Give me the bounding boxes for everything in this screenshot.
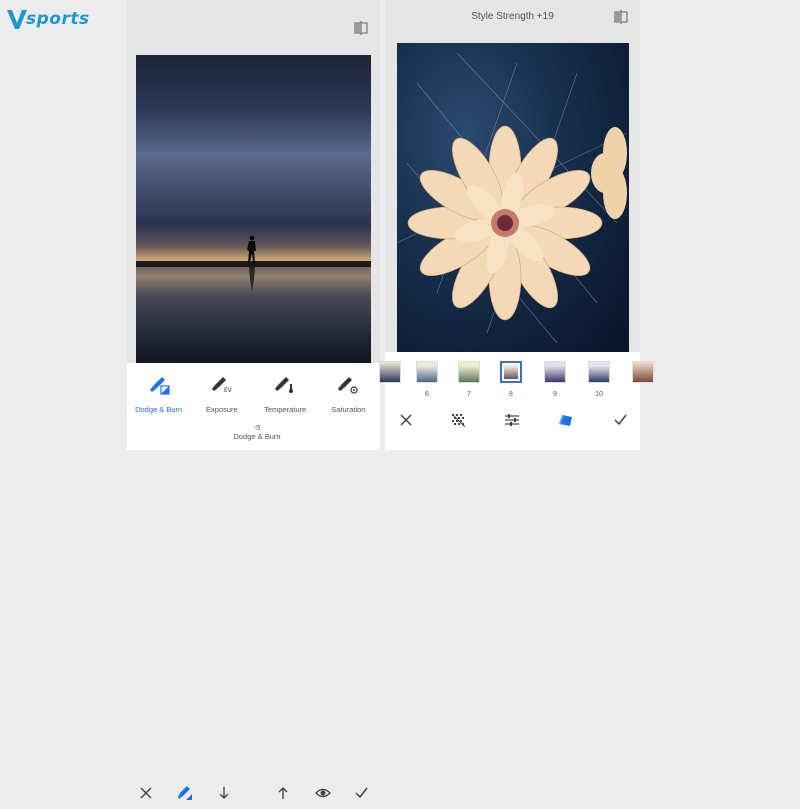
decrease-arrow-icon[interactable]	[219, 787, 229, 799]
filter-thumb-8-selected[interactable]	[500, 361, 522, 383]
filter-thumb-9[interactable]	[544, 361, 566, 383]
style-strength-title: Style Strength +19	[471, 11, 554, 22]
filter-label: 10	[595, 391, 603, 398]
temperature-brush-icon	[275, 377, 294, 393]
logo-text: sports	[26, 9, 90, 29]
show-mask-eye-icon[interactable]	[315, 787, 331, 799]
dahlia-flower-image	[397, 52, 628, 344]
brush-mode-icon[interactable]	[177, 785, 193, 801]
logo-v-icon	[7, 10, 27, 29]
increase-arrow-icon[interactable]	[278, 787, 288, 799]
filter-label: 6	[425, 391, 429, 398]
edited-photo-silhouette	[136, 55, 371, 365]
tool-label: Dodge & Burn	[135, 405, 183, 414]
tool-exposure[interactable]: EV Exposure	[192, 373, 252, 414]
close-icon[interactable]	[140, 787, 152, 799]
apply-check-icon[interactable]	[355, 787, 368, 799]
compare-icon[interactable]	[354, 21, 368, 35]
texture-grid-icon[interactable]	[452, 414, 465, 427]
left-screen: Dodge & Burn EV Exposure Temperature Sat…	[127, 0, 380, 800]
person-reflection	[249, 267, 255, 291]
tool-panel: Dodge & Burn EV Exposure Temperature Sat…	[127, 363, 380, 800]
filter-thumb-11[interactable]	[632, 361, 654, 383]
walking-person-silhouette	[247, 235, 256, 263]
tool-label: Temperature	[264, 405, 307, 414]
apply-check-icon[interactable]	[614, 414, 627, 426]
value-readout: -5 Dodge & Burn	[230, 423, 284, 441]
filter-label: 9	[553, 391, 557, 398]
close-icon[interactable]	[400, 414, 412, 426]
value-label: Dodge & Burn	[233, 432, 281, 441]
adjust-sliders-icon[interactable]	[505, 414, 519, 426]
tool-temperature[interactable]: Temperature	[255, 373, 315, 414]
compare-icon[interactable]	[614, 10, 628, 24]
style-filters-panel: 6 7 8 9 10	[379, 352, 654, 450]
svg-text:EV: EV	[224, 387, 233, 394]
style-brush-icon[interactable]	[558, 414, 574, 427]
tool-dodge-burn[interactable]: Dodge & Burn	[129, 373, 189, 414]
right-screen: Style Strength +19 6 7 8 9 10	[379, 0, 654, 450]
filter-thumb-5[interactable]	[379, 361, 401, 383]
tool-saturation[interactable]: Saturation	[318, 373, 378, 414]
brand-logo: sports	[6, 6, 90, 32]
dodge-burn-brush-icon	[149, 377, 170, 395]
value-number: -5	[253, 423, 261, 432]
filter-label: 7	[467, 391, 471, 398]
exposure-brush-icon: EV	[211, 377, 233, 394]
saturation-brush-icon	[338, 377, 358, 394]
tool-label: Exposure	[206, 405, 238, 414]
edited-photo-flower	[397, 43, 629, 353]
filter-thumb-7[interactable]	[458, 361, 480, 383]
filter-thumb-10[interactable]	[588, 361, 610, 383]
tool-label: Saturation	[331, 405, 366, 414]
filter-thumb-6[interactable]	[416, 361, 438, 383]
filter-label: 8	[509, 391, 513, 398]
